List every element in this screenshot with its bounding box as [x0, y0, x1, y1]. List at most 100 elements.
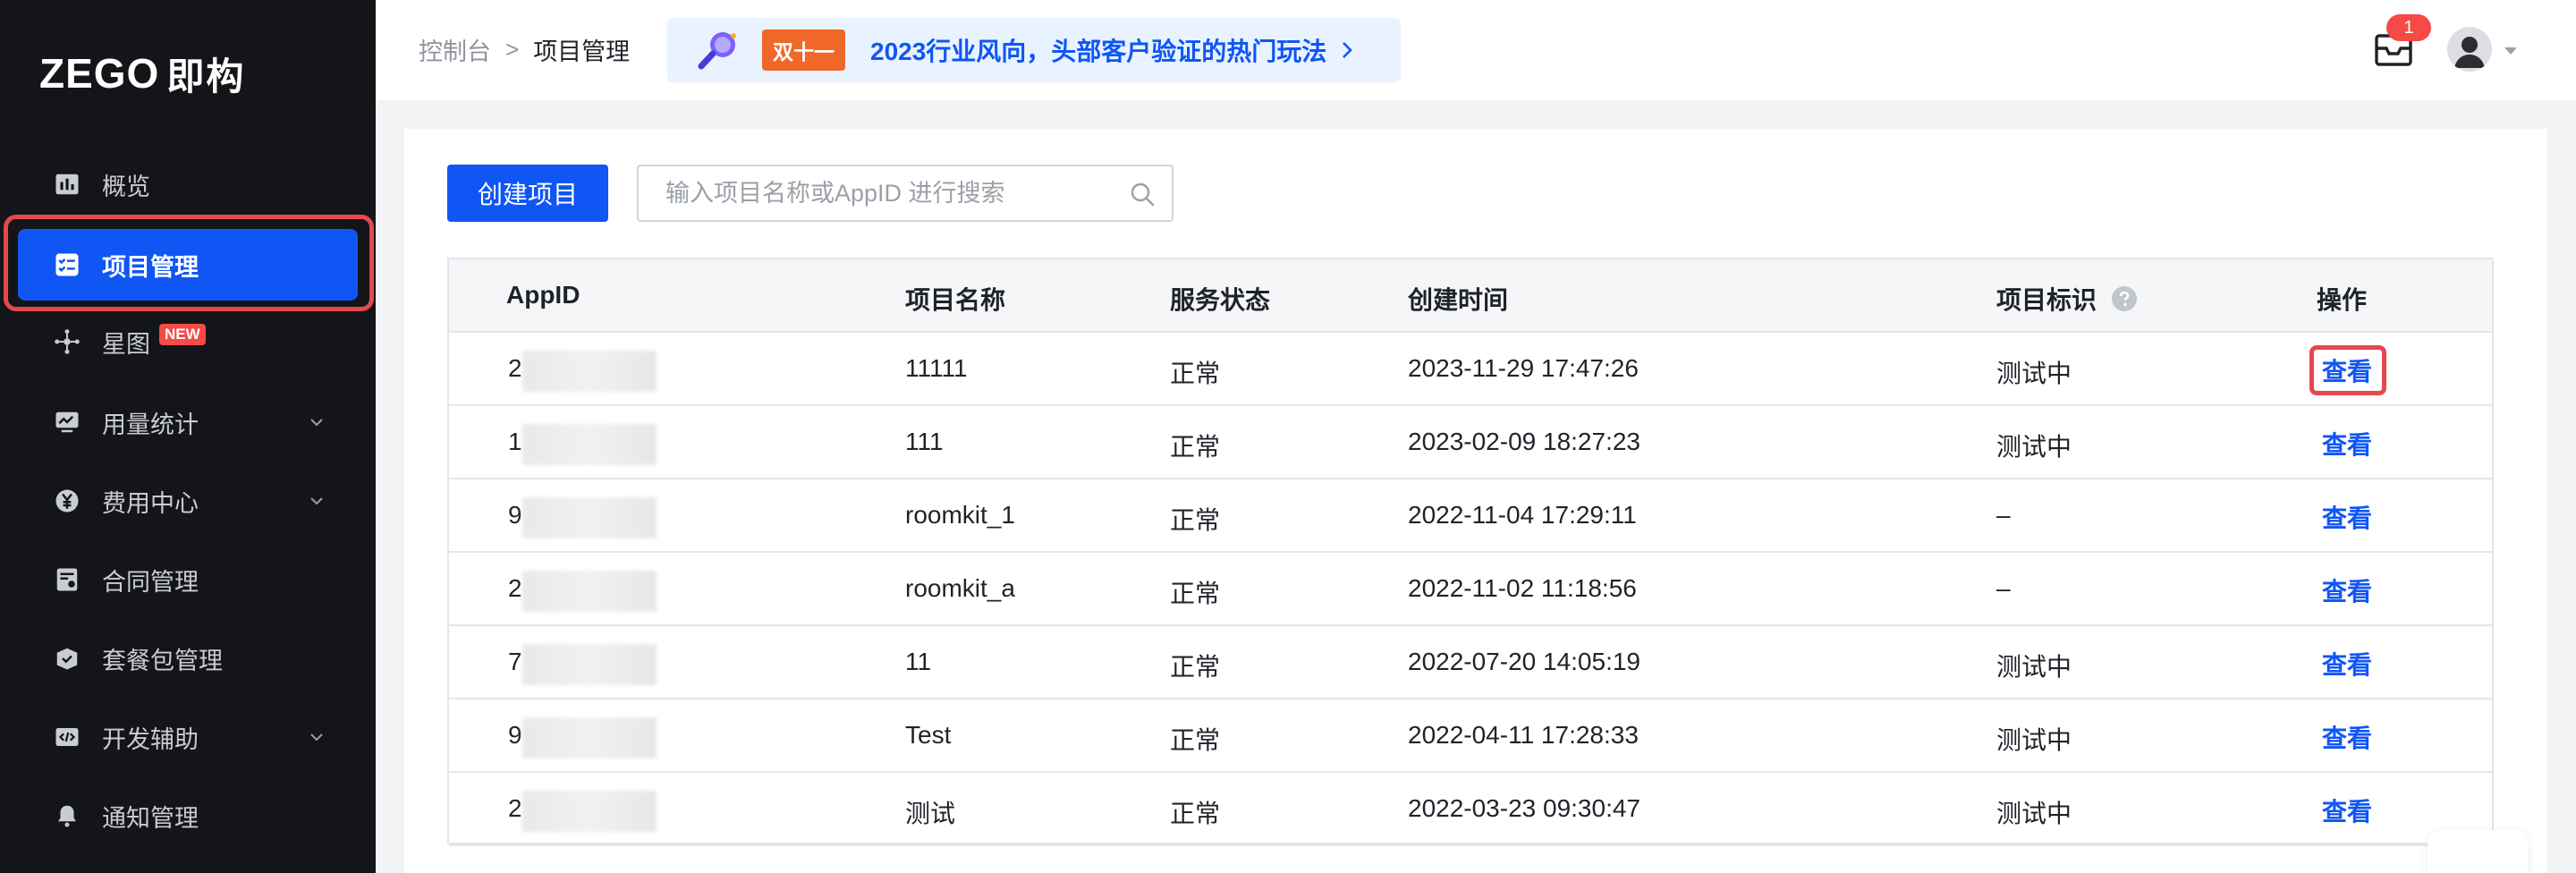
appid-cell: 1 — [508, 428, 522, 455]
column-header-created: 创建时间 — [1408, 286, 1509, 314]
checklist-icon — [54, 251, 80, 278]
appid-cell: 9 — [508, 501, 522, 529]
appid-cell: 2 — [508, 794, 522, 822]
chevron-down-icon[interactable] — [308, 728, 326, 746]
breadcrumb: 控制台 > 项目管理 — [419, 32, 630, 67]
view-button[interactable]: 查看 — [2322, 499, 2372, 535]
appid-redaction — [522, 717, 657, 759]
project-name-cell: Test — [905, 721, 952, 749]
column-header-tag: 项目标识 — [1996, 281, 2138, 317]
table-row: 2 roomkit_a 正常 2022-11-02 11:18:56 – 查看 — [449, 553, 2492, 626]
sidebar-item-notifications[interactable]: 通知管理 — [18, 780, 358, 852]
sidebar: ZEGO 即构 概览 项目管理 星图 NEW 用量统计 费用中心 合同管理 套餐… — [0, 0, 376, 873]
avatar[interactable] — [2447, 27, 2492, 72]
status-cell: 正常 — [1170, 726, 1221, 754]
created-time-cell: 2023-11-29 17:47:26 — [1408, 354, 1639, 382]
promo-text[interactable]: 2023行业风向，头部客户验证的热门玩法 — [870, 32, 1326, 68]
chart-bar-icon — [54, 171, 80, 198]
projects-table: AppID 项目名称 服务状态 创建时间 项目标识 操作 2 11111 正常 … — [447, 258, 2494, 846]
code-icon — [54, 724, 80, 750]
mail-count-badge: 1 — [2386, 14, 2431, 41]
sidebar-item-label: 通知管理 — [102, 804, 199, 832]
view-button[interactable]: 查看 — [2322, 426, 2372, 462]
status-cell: 正常 — [1170, 800, 1221, 827]
floating-help-bubble[interactable] — [2428, 830, 2528, 873]
tag-cell: 测试中 — [1996, 433, 2072, 461]
tag-cell: 测试中 — [1996, 726, 2072, 754]
column-header-tag-label: 项目标识 — [1996, 286, 2097, 314]
appid-cell: 7 — [508, 648, 522, 675]
promo-banner[interactable]: 双十一 2023行业风向，头部客户验证的热门玩法 — [667, 18, 1401, 82]
table-row: 9 Test 正常 2022-04-11 17:28:33 测试中 查看 — [449, 699, 2492, 773]
sidebar-item-label: 用量统计 — [102, 411, 199, 438]
appid-redaction — [522, 791, 657, 832]
appid-redaction — [522, 424, 657, 465]
sidebar-item-dev-tools[interactable]: 开发辅助 — [18, 701, 358, 773]
zego-logo[interactable]: ZEGO 即构 — [39, 47, 245, 100]
logo-wordmark: ZEGO — [39, 50, 160, 97]
created-time-cell: 2022-07-20 14:05:19 — [1408, 648, 1640, 675]
sidebar-item-projects[interactable]: 项目管理 — [18, 229, 358, 301]
appid-redaction — [522, 497, 657, 538]
table-row: 1 111 正常 2023-02-09 18:27:23 测试中 查看 — [449, 406, 2492, 479]
chevron-down-icon[interactable] — [308, 492, 326, 510]
yen-circle-icon — [54, 487, 80, 514]
breadcrumb-console[interactable]: 控制台 — [419, 32, 491, 67]
user-avatar-icon — [2454, 37, 2485, 68]
search-input[interactable] — [665, 174, 1113, 213]
created-time-cell: 2022-04-11 17:28:33 — [1408, 721, 1639, 749]
view-button[interactable]: 查看 — [2322, 352, 2372, 388]
top-header: 控制台 > 项目管理 双十一 2023行业风向，头部客户验证的热门玩法 工单 — [376, 0, 2576, 100]
project-name-cell: 11111 — [905, 354, 968, 382]
create-project-button[interactable]: 创建项目 — [447, 165, 608, 222]
created-time-cell: 2023-02-09 18:27:23 — [1408, 428, 1640, 455]
view-button[interactable]: 查看 — [2322, 719, 2372, 755]
sidebar-item-star-map[interactable]: 星图 NEW — [18, 306, 358, 377]
column-header-appid: AppID — [506, 281, 580, 309]
chevron-down-icon[interactable] — [308, 413, 326, 431]
sidebar-item-packages[interactable]: 套餐包管理 — [18, 623, 358, 694]
sidebar-item-label: 项目管理 — [102, 253, 199, 281]
tag-cell: 测试中 — [1996, 360, 2072, 387]
tag-cell: 测试中 — [1996, 800, 2072, 827]
sidebar-item-contracts[interactable]: 合同管理 — [18, 544, 358, 615]
monitor-chart-icon — [54, 409, 80, 436]
table-row: 2 测试 正常 2022-03-23 09:30:47 测试中 查看 — [449, 773, 2492, 846]
table-header: AppID 项目名称 服务状态 创建时间 项目标识 操作 — [449, 259, 2492, 333]
table-row: 2 11111 正常 2023-11-29 17:47:26 测试中 查看 — [449, 333, 2492, 406]
status-cell: 正常 — [1170, 433, 1221, 461]
sidebar-item-label: 套餐包管理 — [102, 647, 223, 674]
package-icon — [54, 645, 80, 672]
new-badge: NEW — [159, 324, 206, 345]
project-name-cell: 测试 — [905, 800, 956, 827]
project-name-cell: 111 — [905, 428, 944, 455]
sidebar-item-label: 星图 — [102, 330, 150, 358]
appid-redaction — [522, 644, 657, 685]
sidebar-item-overview[interactable]: 概览 — [18, 148, 358, 220]
star-map-icon — [54, 328, 80, 355]
sidebar-item-usage-stats[interactable]: 用量统计 — [18, 386, 358, 458]
status-cell: 正常 — [1170, 506, 1221, 534]
view-button[interactable]: 查看 — [2322, 792, 2372, 828]
logo-cn: 即构 — [166, 55, 246, 97]
breadcrumb-current: 项目管理 — [533, 38, 631, 65]
search-icon[interactable] — [1129, 181, 1156, 208]
chevron-right-icon — [1343, 42, 1353, 58]
promo-tag: 双十一 — [762, 30, 845, 71]
breadcrumb-separator: > — [505, 36, 520, 63]
sidebar-item-label: 费用中心 — [102, 489, 199, 517]
column-header-name: 项目名称 — [905, 286, 1006, 314]
search-box[interactable] — [637, 165, 1174, 222]
view-button[interactable]: 查看 — [2322, 572, 2372, 608]
view-button[interactable]: 查看 — [2322, 646, 2372, 682]
help-icon[interactable] — [2111, 285, 2138, 312]
appid-cell: 2 — [508, 574, 522, 602]
caret-down-icon[interactable] — [2503, 45, 2519, 57]
appid-redaction — [522, 571, 657, 612]
created-time-cell: 2022-11-04 17:29:11 — [1408, 501, 1637, 529]
created-time-cell: 2022-03-23 09:30:47 — [1408, 794, 1640, 822]
table-row: 7 11 正常 2022-07-20 14:05:19 测试中 查看 — [449, 626, 2492, 699]
sidebar-item-label: 合同管理 — [102, 568, 199, 596]
sidebar-item-billing[interactable]: 费用中心 — [18, 465, 358, 537]
contract-icon — [54, 566, 80, 593]
